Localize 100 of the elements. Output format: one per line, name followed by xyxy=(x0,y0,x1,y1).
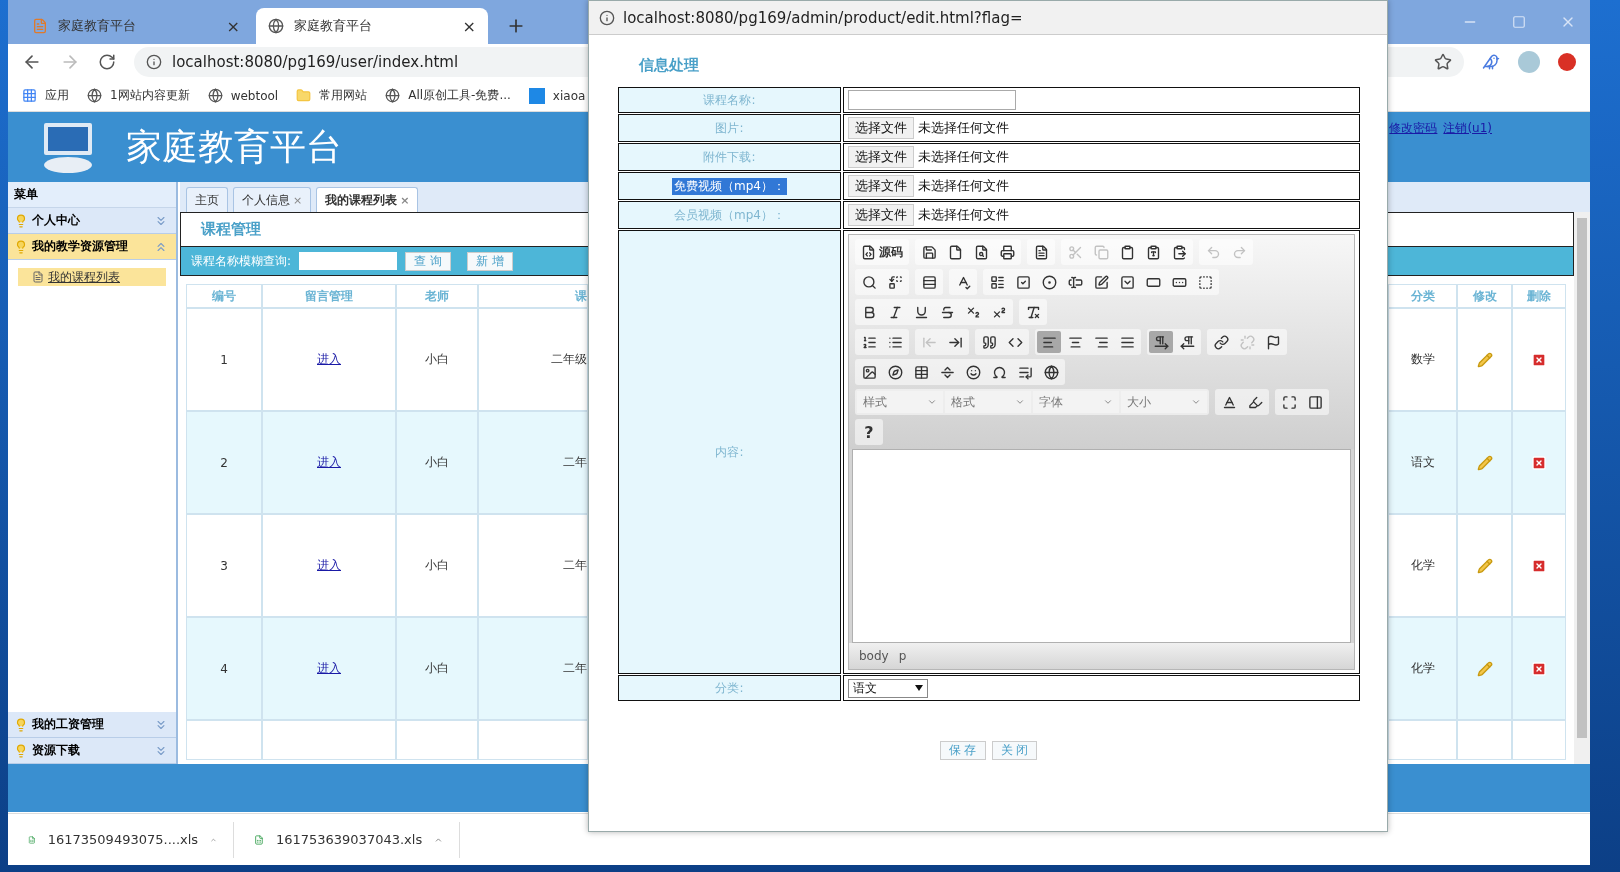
table-cell: 二年级 xyxy=(478,308,588,411)
close-icon[interactable]: × xyxy=(226,16,240,36)
scissors-icon xyxy=(1067,244,1083,260)
file-field[interactable]: 选择文件 未选择任何文件 xyxy=(843,201,1360,229)
delete-icon[interactable] xyxy=(1531,660,1547,677)
lightbulb-icon xyxy=(14,239,28,254)
pencil-icon[interactable] xyxy=(1476,351,1493,368)
search-field[interactable] xyxy=(299,252,398,270)
file-field[interactable]: 选择文件 未选择任何文件 xyxy=(843,114,1360,142)
bookmark-label: 应用 xyxy=(45,87,69,104)
radio-icon xyxy=(1041,274,1057,290)
content-tab[interactable]: 我的课程列表 × xyxy=(316,187,419,212)
subscript-icon xyxy=(965,304,981,320)
file-field[interactable]: 选择文件 未选择任何文件 xyxy=(843,143,1360,171)
toolbar-dropdown[interactable]: 样式 xyxy=(857,391,943,413)
sidebar-title: 菜单 xyxy=(8,182,176,208)
content-tab[interactable]: 个人信息 × xyxy=(233,187,312,212)
search-icon xyxy=(861,274,877,290)
file-status: 未选择任何文件 xyxy=(918,177,1009,195)
reload-icon[interactable] xyxy=(98,53,116,71)
content-tab[interactable]: 主页 xyxy=(186,187,228,212)
bookmark[interactable]: 1网站内容更新 xyxy=(87,87,190,104)
delete-icon[interactable] xyxy=(1531,351,1547,368)
toolbar-dropdown[interactable]: 格式 xyxy=(945,391,1031,413)
delete-icon[interactable] xyxy=(1531,454,1547,471)
align-left-icon xyxy=(1041,334,1057,350)
file-status: 未选择任何文件 xyxy=(918,119,1009,137)
bookmark[interactable]: All原创工具-免费... xyxy=(385,87,511,104)
bookmark[interactable]: xiaoa xyxy=(528,87,586,104)
bookmark[interactable]: 常用网站 xyxy=(296,87,368,104)
bookmark-label: 1网站内容更新 xyxy=(110,87,190,104)
bookmark[interactable]: webtool xyxy=(207,88,279,103)
path-element[interactable]: p xyxy=(898,649,907,663)
toolbar-dropdown[interactable]: 大小 xyxy=(1121,391,1207,413)
sidebar-section[interactable]: 个人中心 xyxy=(8,208,176,234)
caret-icon xyxy=(1191,397,1201,407)
background-color-icon xyxy=(1247,394,1263,410)
column-header: 编号 xyxy=(186,284,262,308)
help-button[interactable]: ? xyxy=(857,421,881,443)
enter-link[interactable]: 进入 xyxy=(317,351,341,368)
download-item[interactable]: 161753639037043.xls xyxy=(234,821,460,858)
enter-link[interactable]: 进入 xyxy=(317,660,341,677)
choose-file-button[interactable]: 选择文件 xyxy=(848,175,914,197)
pencil-icon[interactable] xyxy=(1476,557,1493,574)
close-icon[interactable]: × xyxy=(462,16,476,36)
table-cell: 4 xyxy=(186,617,262,720)
path-element[interactable]: body xyxy=(859,649,889,663)
extension-icon[interactable] xyxy=(1558,53,1576,71)
file-field[interactable]: 选择文件 未选择任何文件 xyxy=(843,172,1360,200)
dialog-url: localhost:8080/pg169/admin/product/edit.html?flag= xyxy=(623,8,1023,27)
source-button[interactable]: 源码 xyxy=(857,241,907,263)
field-label: 图片: xyxy=(714,119,745,137)
input-field[interactable] xyxy=(848,90,1016,110)
sidebar-section[interactable]: 资源下载 xyxy=(8,738,176,764)
checkbox-icon xyxy=(1015,274,1031,290)
file-name: 161753639037043.xls xyxy=(275,832,423,847)
print-icon xyxy=(999,244,1015,260)
close-icon[interactable]: × xyxy=(400,193,410,207)
page-break-icon xyxy=(1017,364,1033,380)
paste-icon xyxy=(1171,244,1187,260)
omega-icon xyxy=(991,364,1007,380)
strikethrough-icon xyxy=(939,304,955,320)
choose-file-button[interactable]: 选择文件 xyxy=(848,117,914,139)
toolbar-dropdown[interactable]: 字体 xyxy=(1033,391,1119,413)
justify-icon xyxy=(1119,334,1135,350)
ltr-icon xyxy=(1153,334,1169,350)
browser-tab[interactable]: 家庭教育平台 × xyxy=(256,8,488,44)
toolbar-align-left-button[interactable] xyxy=(1037,331,1061,353)
column-header: 老师 xyxy=(396,284,478,308)
toolbar-ltr-button[interactable] xyxy=(1149,331,1173,353)
browser-tab[interactable]: 家庭教育平台 × xyxy=(20,8,252,44)
folder-icon xyxy=(296,88,312,103)
enter-link[interactable]: 进入 xyxy=(317,557,341,574)
enter-link[interactable]: 进入 xyxy=(317,454,341,471)
field-label: 分类: xyxy=(714,679,745,697)
clipboard-icon xyxy=(1119,244,1135,260)
delete-icon[interactable] xyxy=(1531,557,1547,574)
text-field-icon xyxy=(1067,274,1083,290)
bird-icon[interactable] xyxy=(1482,53,1500,71)
bookmark[interactable]: 应用 xyxy=(22,87,69,104)
choose-file-button[interactable]: 选择文件 xyxy=(848,146,914,168)
choose-file-button[interactable]: 选择文件 xyxy=(848,204,914,226)
caret-icon xyxy=(915,685,923,691)
replace-icon xyxy=(887,274,903,290)
star-icon[interactable] xyxy=(1434,53,1452,71)
link-icon xyxy=(1213,334,1229,350)
lightbulb-icon xyxy=(14,213,28,228)
download-item[interactable]: 16173509493075....xls xyxy=(8,821,234,858)
sidebar-section[interactable]: 我的工资管理 xyxy=(8,712,176,738)
site-logo-icon xyxy=(32,18,48,34)
select-field[interactable]: 语文 xyxy=(848,678,928,698)
new-page-icon xyxy=(947,244,963,260)
scrollbar[interactable] xyxy=(1574,212,1590,764)
sidebar-link[interactable]: 我的课程列表 xyxy=(18,268,166,286)
field-label: 附件下载: xyxy=(702,148,757,166)
section-label: 我的教学资源管理 xyxy=(32,238,129,255)
bookmark-label: 常用网站 xyxy=(319,87,368,104)
source-icon xyxy=(861,244,876,260)
sidebar-section[interactable]: 我的教学资源管理 xyxy=(8,234,176,260)
section-label: 资源下载 xyxy=(32,742,81,759)
